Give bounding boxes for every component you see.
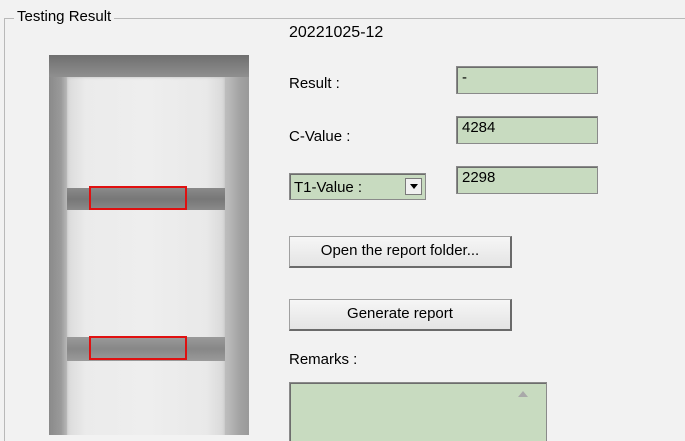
open-report-folder-button[interactable]: Open the report folder... <box>289 236 512 268</box>
control-line-roi-box <box>89 186 187 210</box>
t-value-select-text: T1-Value : <box>294 179 363 196</box>
result-label: Result : <box>289 75 340 92</box>
remarks-label: Remarks : <box>289 351 358 368</box>
c-value-field: 4284 <box>456 116 598 144</box>
strip-top-shadow <box>49 55 249 77</box>
group-box-title: Testing Result <box>14 8 115 26</box>
sample-id: 20221025-12 <box>289 24 384 41</box>
generate-report-button[interactable]: Generate report <box>289 299 512 331</box>
remarks-textarea[interactable] <box>289 382 547 441</box>
c-value-label: C-Value : <box>289 128 351 145</box>
test-line-roi-box <box>89 336 187 360</box>
t-value-field: 2298 <box>456 166 598 194</box>
strip-window <box>67 77 225 435</box>
scroll-up-arrow-icon[interactable] <box>518 391 528 397</box>
t-value-select[interactable]: T1-Value : <box>289 173 426 200</box>
testing-result-panel: Testing Result 20221025-12 Result : - C-… <box>0 0 685 441</box>
test-strip-image <box>49 55 249 435</box>
result-field: - <box>456 66 598 94</box>
chevron-down-icon[interactable] <box>405 178 422 195</box>
